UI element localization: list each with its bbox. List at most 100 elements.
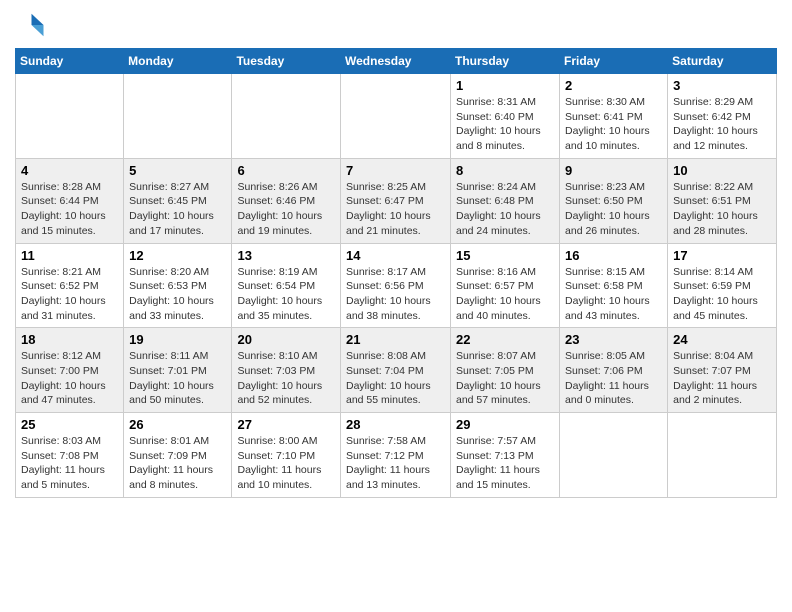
column-header-wednesday: Wednesday — [341, 49, 451, 74]
day-number: 6 — [237, 163, 335, 178]
calendar-cell: 6 Sunrise: 8:26 AM Sunset: 6:46 PM Daylig… — [232, 158, 341, 243]
day-info: Sunrise: 8:01 AM Sunset: 7:09 PM Dayligh… — [129, 434, 226, 493]
day-number: 18 — [21, 332, 118, 347]
calendar-cell: 10 Sunrise: 8:22 AM Sunset: 6:51 PM Dayli… — [668, 158, 777, 243]
day-number: 21 — [346, 332, 445, 347]
day-number: 23 — [565, 332, 662, 347]
calendar-cell: 8 Sunrise: 8:24 AM Sunset: 6:48 PM Daylig… — [451, 158, 560, 243]
day-info: Sunrise: 8:11 AM Sunset: 7:01 PM Dayligh… — [129, 349, 226, 408]
calendar-cell: 14 Sunrise: 8:17 AM Sunset: 6:56 PM Dayli… — [341, 243, 451, 328]
day-info: Sunrise: 7:58 AM Sunset: 7:12 PM Dayligh… — [346, 434, 445, 493]
day-number: 10 — [673, 163, 771, 178]
day-info: Sunrise: 8:04 AM Sunset: 7:07 PM Dayligh… — [673, 349, 771, 408]
day-number: 24 — [673, 332, 771, 347]
day-info: Sunrise: 8:23 AM Sunset: 6:50 PM Dayligh… — [565, 180, 662, 239]
calendar-cell: 24 Sunrise: 8:04 AM Sunset: 7:07 PM Dayli… — [668, 328, 777, 413]
day-number: 27 — [237, 417, 335, 432]
day-number: 22 — [456, 332, 554, 347]
day-number: 25 — [21, 417, 118, 432]
day-number: 14 — [346, 248, 445, 263]
calendar-cell: 11 Sunrise: 8:21 AM Sunset: 6:52 PM Dayli… — [16, 243, 124, 328]
day-info: Sunrise: 8:17 AM Sunset: 6:56 PM Dayligh… — [346, 265, 445, 324]
day-info: Sunrise: 8:27 AM Sunset: 6:45 PM Dayligh… — [129, 180, 226, 239]
column-header-saturday: Saturday — [668, 49, 777, 74]
calendar-cell: 13Sunrise: 8:19 AM Sunset: 6:54 PM Dayli… — [232, 243, 341, 328]
header — [15, 10, 777, 40]
day-info: Sunrise: 8:14 AM Sunset: 6:59 PM Dayligh… — [673, 265, 771, 324]
week-row-4: 18 Sunrise: 8:12 AM Sunset: 7:00 PM Dayli… — [16, 328, 777, 413]
day-number: 11 — [21, 248, 118, 263]
day-number: 15 — [456, 248, 554, 263]
day-number: 1 — [456, 78, 554, 93]
column-header-thursday: Thursday — [451, 49, 560, 74]
day-info: Sunrise: 8:28 AM Sunset: 6:44 PM Dayligh… — [21, 180, 118, 239]
calendar-cell: 18 Sunrise: 8:12 AM Sunset: 7:00 PM Dayli… — [16, 328, 124, 413]
day-number: 3 — [673, 78, 771, 93]
column-header-monday: Monday — [124, 49, 232, 74]
calendar-cell — [341, 74, 451, 159]
day-number: 9 — [565, 163, 662, 178]
day-number: 28 — [346, 417, 445, 432]
calendar-cell: 16 Sunrise: 8:15 AM Sunset: 6:58 PM Dayli… — [560, 243, 668, 328]
calendar-cell — [124, 74, 232, 159]
day-number: 19 — [129, 332, 226, 347]
day-number: 12 — [129, 248, 226, 263]
day-info: Sunrise: 8:21 AM Sunset: 6:52 PM Dayligh… — [21, 265, 118, 324]
calendar-cell: 26 Sunrise: 8:01 AM Sunset: 7:09 PM Dayli… — [124, 413, 232, 498]
day-info: Sunrise: 8:31 AM Sunset: 6:40 PM Dayligh… — [456, 95, 554, 154]
calendar-cell: 12Sunrise: 8:20 AM Sunset: 6:53 PM Dayli… — [124, 243, 232, 328]
logo-icon — [15, 10, 45, 40]
calendar-cell: 1 Sunrise: 8:31 AM Sunset: 6:40 PM Daylig… — [451, 74, 560, 159]
week-row-3: 11 Sunrise: 8:21 AM Sunset: 6:52 PM Dayli… — [16, 243, 777, 328]
day-number: 5 — [129, 163, 226, 178]
day-info: Sunrise: 8:22 AM Sunset: 6:51 PM Dayligh… — [673, 180, 771, 239]
calendar-cell: 2 Sunrise: 8:30 AM Sunset: 6:41 PM Daylig… — [560, 74, 668, 159]
calendar-cell — [560, 413, 668, 498]
day-info: Sunrise: 8:30 AM Sunset: 6:41 PM Dayligh… — [565, 95, 662, 154]
day-number: 29 — [456, 417, 554, 432]
calendar-cell — [16, 74, 124, 159]
day-info: Sunrise: 7:57 AM Sunset: 7:13 PM Dayligh… — [456, 434, 554, 493]
week-row-1: 1 Sunrise: 8:31 AM Sunset: 6:40 PM Daylig… — [16, 74, 777, 159]
column-header-sunday: Sunday — [16, 49, 124, 74]
calendar-cell: 19 Sunrise: 8:11 AM Sunset: 7:01 PM Dayli… — [124, 328, 232, 413]
day-info: Sunrise: 8:05 AM Sunset: 7:06 PM Dayligh… — [565, 349, 662, 408]
day-number: 4 — [21, 163, 118, 178]
day-number: 17 — [673, 248, 771, 263]
day-info: Sunrise: 8:29 AM Sunset: 6:42 PM Dayligh… — [673, 95, 771, 154]
calendar-cell: 5 Sunrise: 8:27 AM Sunset: 6:45 PM Daylig… — [124, 158, 232, 243]
day-number: 16 — [565, 248, 662, 263]
day-number: 20 — [237, 332, 335, 347]
day-number: 8 — [456, 163, 554, 178]
day-info: Sunrise: 8:15 AM Sunset: 6:58 PM Dayligh… — [565, 265, 662, 324]
day-info: Sunrise: 8:26 AM Sunset: 6:46 PM Dayligh… — [237, 180, 335, 239]
calendar-cell: 17 Sunrise: 8:14 AM Sunset: 6:59 PM Dayli… — [668, 243, 777, 328]
day-info: Sunrise: 8:08 AM Sunset: 7:04 PM Dayligh… — [346, 349, 445, 408]
column-header-friday: Friday — [560, 49, 668, 74]
calendar-cell: 4 Sunrise: 8:28 AM Sunset: 6:44 PM Daylig… — [16, 158, 124, 243]
calendar-cell: 27 Sunrise: 8:00 AM Sunset: 7:10 PM Dayli… — [232, 413, 341, 498]
calendar-cell — [232, 74, 341, 159]
day-info: Sunrise: 8:12 AM Sunset: 7:00 PM Dayligh… — [21, 349, 118, 408]
week-row-5: 25 Sunrise: 8:03 AM Sunset: 7:08 PM Dayli… — [16, 413, 777, 498]
calendar-cell — [668, 413, 777, 498]
calendar-table: SundayMondayTuesdayWednesdayThursdayFrid… — [15, 48, 777, 498]
day-info: Sunrise: 8:03 AM Sunset: 7:08 PM Dayligh… — [21, 434, 118, 493]
calendar-cell: 20Sunrise: 8:10 AM Sunset: 7:03 PM Dayli… — [232, 328, 341, 413]
day-number: 7 — [346, 163, 445, 178]
day-info: Sunrise: 8:00 AM Sunset: 7:10 PM Dayligh… — [237, 434, 335, 493]
calendar-cell: 28 Sunrise: 7:58 AM Sunset: 7:12 PM Dayli… — [341, 413, 451, 498]
calendar-cell: 7Sunrise: 8:25 AM Sunset: 6:47 PM Daylig… — [341, 158, 451, 243]
day-number: 26 — [129, 417, 226, 432]
calendar-cell: 25 Sunrise: 8:03 AM Sunset: 7:08 PM Dayli… — [16, 413, 124, 498]
day-info: Sunrise: 8:24 AM Sunset: 6:48 PM Dayligh… — [456, 180, 554, 239]
calendar-cell: 29 Sunrise: 7:57 AM Sunset: 7:13 PM Dayli… — [451, 413, 560, 498]
calendar-cell: 15 Sunrise: 8:16 AM Sunset: 6:57 PM Dayli… — [451, 243, 560, 328]
calendar-cell: 3 Sunrise: 8:29 AM Sunset: 6:42 PM Daylig… — [668, 74, 777, 159]
calendar-cell: 23 Sunrise: 8:05 AM Sunset: 7:06 PM Dayli… — [560, 328, 668, 413]
column-header-tuesday: Tuesday — [232, 49, 341, 74]
calendar-cell: 9 Sunrise: 8:23 AM Sunset: 6:50 PM Daylig… — [560, 158, 668, 243]
day-info: Sunrise: 8:16 AM Sunset: 6:57 PM Dayligh… — [456, 265, 554, 324]
day-number: 2 — [565, 78, 662, 93]
day-number: 13 — [237, 248, 335, 263]
